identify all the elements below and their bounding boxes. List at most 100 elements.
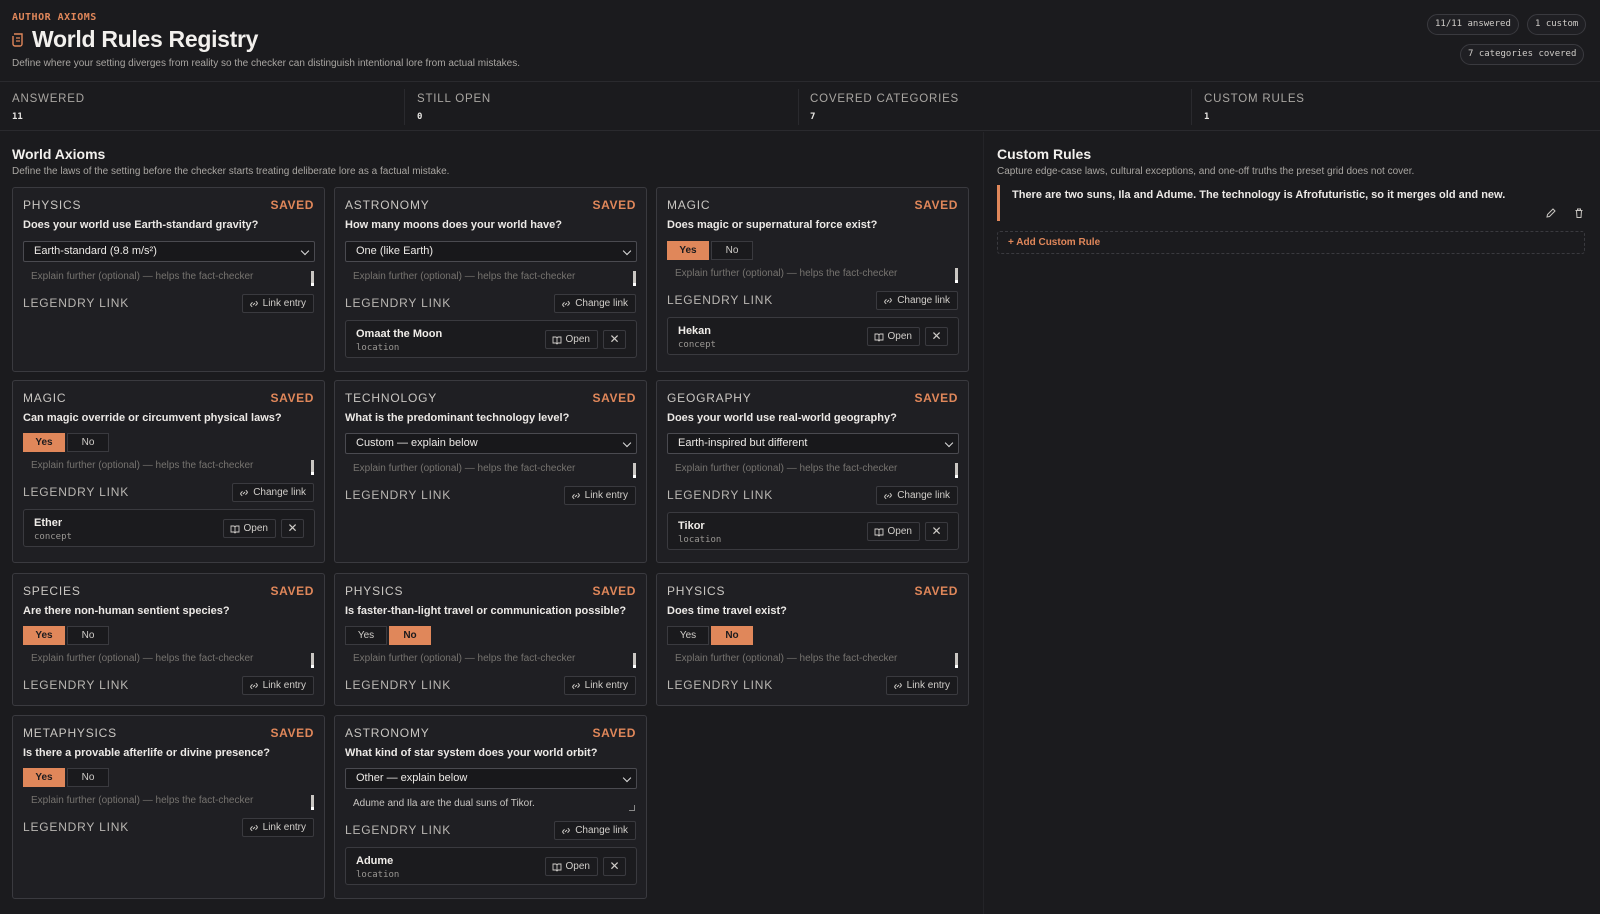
explain-textarea[interactable]: Explain further (optional) — helps the f…	[23, 457, 315, 475]
title-row: World Rules Registry	[12, 26, 258, 53]
saved-badge: SAVED	[592, 198, 636, 212]
entry-name: Ether	[34, 517, 63, 529]
chevron-down-icon	[622, 773, 632, 783]
remove-link-button[interactable]: ✕	[281, 519, 304, 538]
explain-textarea[interactable]: Explain further (optional) — helps the f…	[667, 650, 959, 668]
entry-type: location	[356, 870, 400, 880]
no-button[interactable]: No	[67, 768, 109, 787]
card-category: GEOGRAPHY	[667, 391, 752, 405]
explain-textarea[interactable]: Explain further (optional) — helps the f…	[667, 265, 959, 283]
page-header: AUTHOR AXIOMS World Rules Registry Defin…	[0, 0, 1600, 82]
change-link-button[interactable]: Change link	[554, 294, 636, 313]
link-icon	[884, 492, 892, 499]
book-icon	[552, 336, 561, 345]
entry-name: Omaat the Moon	[356, 328, 443, 340]
custom-rules-title: Custom Rules	[997, 146, 1092, 162]
resize-handle[interactable]	[311, 460, 314, 475]
book-icon	[552, 863, 561, 872]
trash-icon[interactable]	[1573, 207, 1585, 219]
no-button[interactable]: No	[389, 626, 431, 645]
stat-covered-categories: COVERED CATEGORIES 7	[798, 83, 1191, 131]
card-question: Does magic or supernatural force exist?	[667, 219, 878, 231]
book-icon	[230, 525, 239, 534]
resize-handle[interactable]	[955, 653, 958, 668]
yes-button[interactable]: Yes	[667, 241, 709, 260]
explain-textarea[interactable]: Explain further (optional) — helps the f…	[23, 650, 315, 668]
resize-handle[interactable]	[955, 463, 958, 478]
card-question: Is there a provable afterlife or divine …	[23, 747, 270, 759]
resize-handle[interactable]	[955, 268, 958, 283]
open-entry-button[interactable]: Open	[866, 522, 920, 541]
resize-handle[interactable]	[633, 271, 636, 286]
button-label: Open	[565, 861, 590, 872]
legendry-link-label: LEGENDRY LINK	[345, 678, 451, 692]
axiom-card-star-system: ASTRONOMY SAVED What kind of star system…	[334, 715, 647, 899]
resize-handle[interactable]	[311, 653, 314, 668]
link-entry-button[interactable]: Link entry	[563, 486, 636, 505]
link-entry-button[interactable]: Link entry	[563, 676, 636, 695]
explain-textarea[interactable]: Adume and Ila are the dual suns of Tikor…	[345, 795, 637, 813]
axiom-card-magic-override: MAGIC SAVED Can magic override or circum…	[12, 380, 325, 563]
change-link-button[interactable]: Change link	[876, 486, 958, 505]
link-icon	[249, 824, 258, 831]
link-entry-button[interactable]: Link entry	[885, 676, 958, 695]
yes-no-toggle: Yes No	[345, 626, 431, 645]
remove-link-button[interactable]: ✕	[603, 857, 626, 876]
link-icon	[249, 300, 258, 307]
yes-button[interactable]: Yes	[667, 626, 709, 645]
open-entry-button[interactable]: Open	[222, 519, 276, 538]
select-value: Custom — explain below	[356, 437, 478, 449]
link-entry-button[interactable]: Link entry	[241, 818, 314, 837]
yes-button[interactable]: Yes	[23, 626, 65, 645]
no-button[interactable]: No	[67, 433, 109, 452]
change-link-button[interactable]: Change link	[876, 291, 958, 310]
open-entry-button[interactable]: Open	[866, 327, 920, 346]
moons-select[interactable]: One (like Earth)	[345, 241, 637, 262]
yes-button[interactable]: Yes	[23, 433, 65, 452]
change-link-button[interactable]: Change link	[232, 483, 314, 502]
open-entry-button[interactable]: Open	[544, 330, 598, 349]
stat-still-open: STILL OPEN 0	[405, 83, 798, 131]
explain-textarea[interactable]: Explain further (optional) — helps the f…	[345, 650, 637, 668]
resize-handle[interactable]	[633, 463, 636, 478]
resize-handle[interactable]	[629, 805, 635, 811]
no-button[interactable]: No	[711, 626, 753, 645]
saved-badge: SAVED	[592, 584, 636, 598]
explain-textarea[interactable]: Explain further (optional) — helps the f…	[345, 268, 637, 286]
explain-textarea[interactable]: Explain further (optional) — helps the f…	[667, 460, 959, 478]
star-system-select[interactable]: Other — explain below	[345, 768, 637, 789]
change-link-button[interactable]: Change link	[554, 821, 636, 840]
geography-select[interactable]: Earth-inspired but different	[667, 433, 959, 454]
legendry-link-label: LEGENDRY LINK	[667, 678, 773, 692]
open-entry-button[interactable]: Open	[544, 857, 598, 876]
resize-handle[interactable]	[311, 271, 314, 286]
link-entry-button[interactable]: Link entry	[241, 676, 314, 695]
remove-link-button[interactable]: ✕	[925, 327, 948, 346]
card-category: MAGIC	[23, 391, 67, 405]
card-category: SPECIES	[23, 584, 81, 598]
yes-button[interactable]: Yes	[23, 768, 65, 787]
explain-textarea[interactable]: Explain further (optional) — helps the f…	[345, 460, 637, 478]
explain-textarea[interactable]: Explain further (optional) — helps the f…	[23, 268, 315, 286]
entry-name: Adume	[356, 855, 394, 867]
saved-badge: SAVED	[270, 391, 314, 405]
gravity-select[interactable]: Earth-standard (9.8 m/s²)	[23, 241, 315, 262]
remove-link-button[interactable]: ✕	[603, 330, 626, 349]
legendry-link-label: LEGENDRY LINK	[667, 488, 773, 502]
entry-name: Tikor	[678, 520, 705, 532]
resize-handle[interactable]	[633, 653, 636, 668]
card-question: Are there non-human sentient species?	[23, 605, 230, 617]
link-entry-button[interactable]: Link entry	[241, 294, 314, 313]
axiom-card-species: SPECIES SAVED Are there non-human sentie…	[12, 573, 325, 706]
button-label: Link entry	[906, 680, 950, 691]
no-button[interactable]: No	[711, 241, 753, 260]
technology-select[interactable]: Custom — explain below	[345, 433, 637, 454]
explain-textarea[interactable]: Explain further (optional) — helps the f…	[23, 792, 315, 810]
entry-type: location	[678, 535, 722, 545]
yes-button[interactable]: Yes	[345, 626, 387, 645]
add-custom-rule-button[interactable]: + Add Custom Rule	[997, 231, 1585, 254]
no-button[interactable]: No	[67, 626, 109, 645]
resize-handle[interactable]	[311, 795, 314, 810]
pencil-icon[interactable]	[1545, 207, 1557, 219]
remove-link-button[interactable]: ✕	[925, 522, 948, 541]
